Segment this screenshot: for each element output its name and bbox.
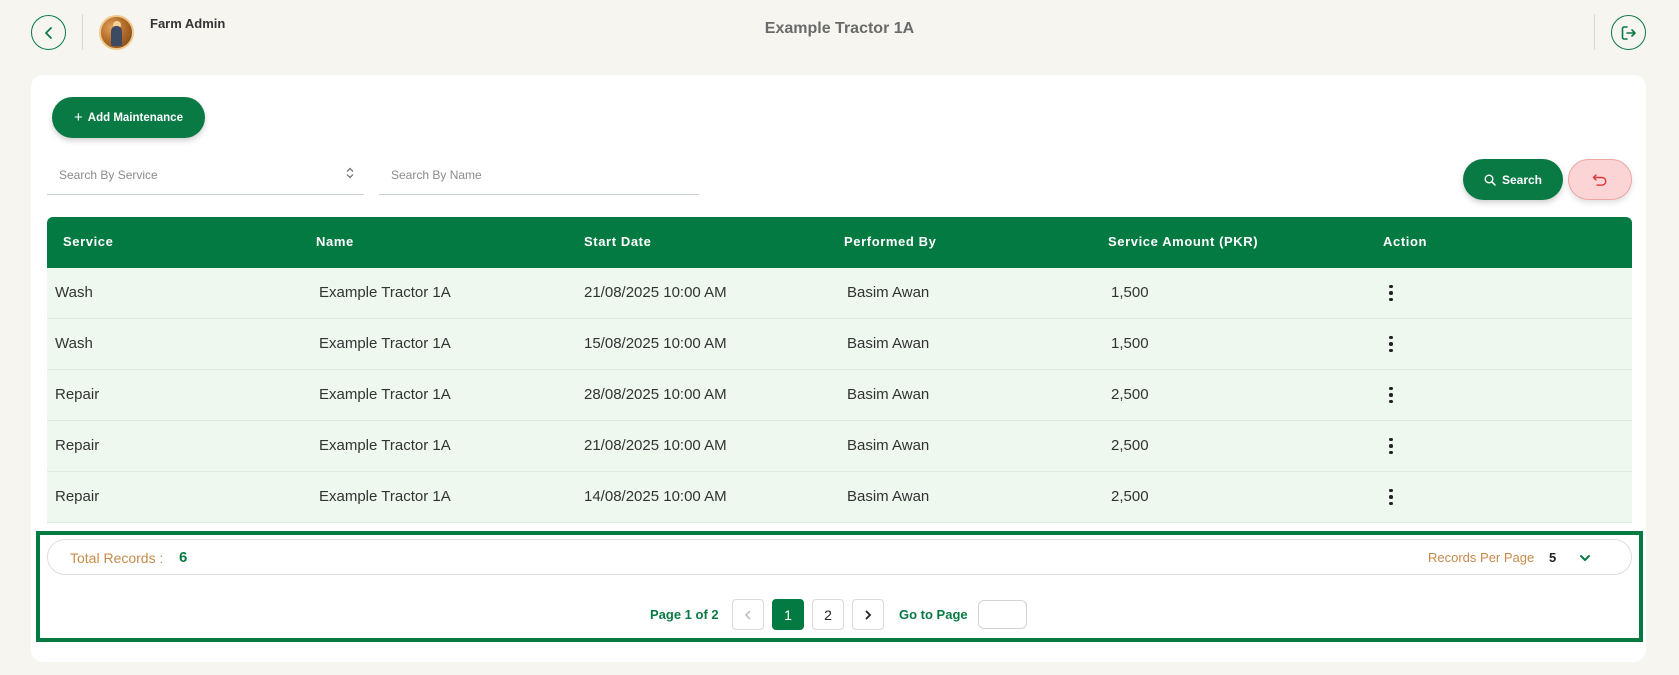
- prev-page-button[interactable]: [732, 599, 764, 630]
- cell-amount: 1,500: [1111, 284, 1149, 301]
- name-filter[interactable]: [379, 155, 699, 195]
- service-filter[interactable]: [47, 155, 364, 195]
- table-header: Service Name Start Date Performed By Ser…: [47, 217, 1632, 268]
- reset-button[interactable]: [1568, 159, 1632, 200]
- service-filter-input[interactable]: [59, 167, 364, 182]
- page-1-button[interactable]: 1: [772, 599, 804, 630]
- cell-service: Wash: [55, 335, 93, 352]
- cell-name: Example Tractor 1A: [319, 488, 451, 505]
- cell-performed-by: Basim Awan: [847, 386, 930, 403]
- chevron-left-icon: [744, 610, 751, 619]
- cell-name: Example Tractor 1A: [319, 284, 451, 301]
- table-row[interactable]: Repair Example Tractor 1A 14/08/2025 10:…: [47, 472, 1632, 523]
- plus-icon: +: [74, 109, 83, 126]
- go-to-page-label: Go to Page: [899, 607, 968, 622]
- records-per-page-label: Records Per Page: [1428, 550, 1535, 565]
- cell-name: Example Tractor 1A: [319, 437, 451, 454]
- cell-start-date: 28/08/2025 10:00 AM: [584, 386, 727, 403]
- cell-start-date: 21/08/2025 10:00 AM: [584, 284, 727, 301]
- logout-button[interactable]: [1611, 15, 1646, 50]
- chevron-right-icon: [865, 610, 872, 619]
- kebab-icon[interactable]: [1383, 386, 1399, 404]
- cell-service: Repair: [55, 437, 100, 454]
- header-divider-right: [1594, 14, 1595, 50]
- cell-start-date: 15/08/2025 10:00 AM: [584, 335, 727, 352]
- records-per-page-select[interactable]: 5: [1549, 550, 1556, 565]
- cell-start-date: 21/08/2025 10:00 AM: [584, 437, 727, 454]
- cell-amount: 1,500: [1111, 335, 1149, 352]
- cell-performed-by: Basim Awan: [847, 437, 930, 454]
- logout-icon: [1621, 25, 1636, 40]
- kebab-icon[interactable]: [1383, 437, 1399, 455]
- name-filter-input[interactable]: [391, 167, 699, 182]
- table-row[interactable]: Wash Example Tractor 1A 15/08/2025 10:00…: [47, 319, 1632, 370]
- table-row[interactable]: Wash Example Tractor 1A 21/08/2025 10:00…: [47, 268, 1632, 319]
- header-start-date: Start Date: [584, 234, 652, 249]
- kebab-icon[interactable]: [1383, 488, 1399, 506]
- maintenance-table: Service Name Start Date Performed By Ser…: [47, 217, 1632, 523]
- go-to-page-input[interactable]: [978, 600, 1027, 629]
- cell-name: Example Tractor 1A: [319, 386, 451, 403]
- top-bar: Farm Admin Example Tractor 1A: [0, 0, 1679, 70]
- cell-amount: 2,500: [1111, 437, 1149, 454]
- header-performed-by: Performed By: [844, 234, 937, 249]
- cell-performed-by: Basim Awan: [847, 335, 930, 352]
- updown-chevron-icon: [346, 167, 354, 179]
- header-action: Action: [1383, 234, 1428, 249]
- header-service: Service: [63, 234, 114, 249]
- add-maintenance-label: Add Maintenance: [87, 111, 183, 124]
- cell-performed-by: Basim Awan: [847, 284, 930, 301]
- kebab-icon[interactable]: [1383, 335, 1399, 353]
- header-name: Name: [316, 234, 354, 249]
- search-label: Search: [1501, 172, 1543, 187]
- cell-performed-by: Basim Awan: [847, 488, 930, 505]
- cell-name: Example Tractor 1A: [319, 335, 451, 352]
- kebab-icon[interactable]: [1383, 284, 1399, 302]
- undo-icon: [1592, 173, 1607, 186]
- search-icon: [1484, 174, 1496, 186]
- total-records-label: Total Records :: [70, 550, 164, 566]
- records-bar: Total Records : 6 Records Per Page 5: [47, 539, 1632, 575]
- page-title: Example Tractor 1A: [764, 20, 915, 37]
- add-maintenance-button[interactable]: + Add Maintenance: [52, 97, 205, 138]
- table-row[interactable]: Repair Example Tractor 1A 21/08/2025 10:…: [47, 421, 1632, 472]
- cell-service: Repair: [55, 386, 100, 403]
- page-2-button[interactable]: 2: [812, 599, 844, 630]
- total-records-value: 6: [179, 549, 188, 566]
- page-info: Page 1 of 2: [650, 607, 719, 622]
- chevron-down-icon[interactable]: [1579, 551, 1591, 569]
- cell-amount: 2,500: [1111, 386, 1149, 403]
- next-page-button[interactable]: [852, 599, 884, 630]
- cell-amount: 2,500: [1111, 488, 1149, 505]
- header-service-amount: Service Amount (PKR): [1108, 234, 1259, 249]
- cell-service: Repair: [55, 488, 100, 505]
- cell-service: Wash: [55, 284, 93, 301]
- table-row[interactable]: Repair Example Tractor 1A 28/08/2025 10:…: [47, 370, 1632, 421]
- cell-start-date: 14/08/2025 10:00 AM: [584, 488, 727, 505]
- search-button[interactable]: Search: [1463, 159, 1563, 200]
